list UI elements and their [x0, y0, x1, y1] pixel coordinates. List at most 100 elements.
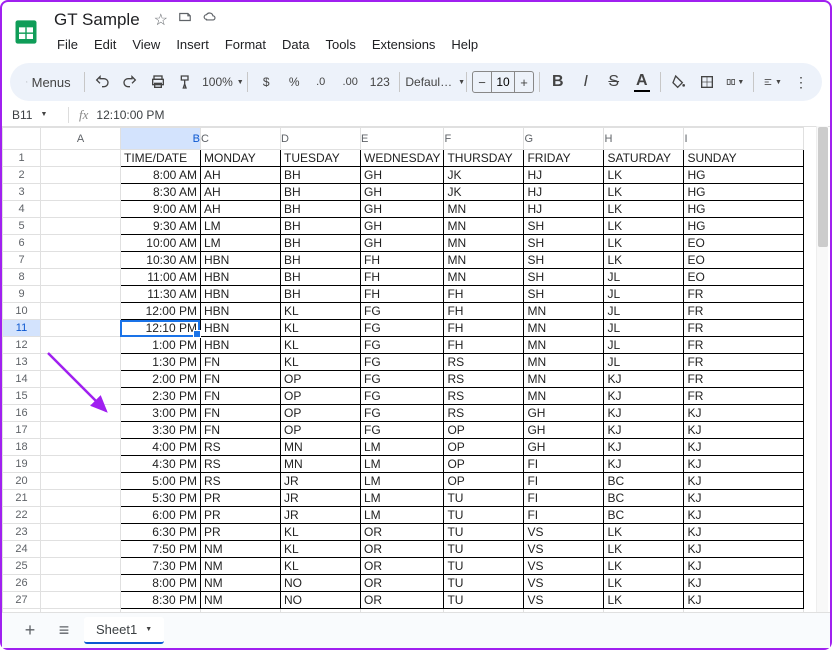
cell[interactable]: MN [524, 388, 604, 405]
cell[interactable]: AH [201, 167, 281, 184]
cell[interactable]: JL [604, 337, 684, 354]
cell[interactable]: 12:00 PM [121, 303, 201, 320]
cell[interactable]: LM [361, 473, 444, 490]
table-row[interactable]: 278:30 PMNMNOORTUVSLKKJ [3, 592, 804, 609]
row-header[interactable]: 3 [3, 184, 41, 201]
menu-insert[interactable]: Insert [169, 34, 216, 55]
cell[interactable]: 7:30 PM [121, 558, 201, 575]
cell[interactable]: VS [524, 524, 604, 541]
cell[interactable]: MN [524, 354, 604, 371]
cell[interactable]: 10:00 AM [121, 235, 201, 252]
formula-value[interactable]: 12:10:00 PM [92, 108, 164, 122]
cell[interactable]: HBN [201, 286, 281, 303]
cell[interactable]: MN [444, 252, 524, 269]
cell[interactable]: LK [604, 524, 684, 541]
cell[interactable]: GH [361, 201, 444, 218]
table-row[interactable]: 59:30 AMLMBHGHMNSHLKHG [3, 218, 804, 235]
paint-format-button[interactable] [173, 69, 199, 95]
cell[interactable]: 9:30 AM [121, 218, 201, 235]
header-cell[interactable]: TUESDAY [281, 150, 361, 167]
col-header-d[interactable]: D [281, 128, 361, 150]
cell[interactable]: MN [524, 303, 604, 320]
row-header[interactable]: 6 [3, 235, 41, 252]
cell[interactable]: HJ [524, 184, 604, 201]
cell[interactable]: RS [201, 439, 281, 456]
cell[interactable]: FG [361, 320, 444, 337]
cell[interactable]: PR [201, 490, 281, 507]
cell[interactable]: KJ [684, 473, 804, 490]
cell[interactable]: 1:00 PM [121, 337, 201, 354]
cell[interactable]: KJ [604, 371, 684, 388]
menu-extensions[interactable]: Extensions [365, 34, 443, 55]
cell[interactable]: 6:30 PM [121, 524, 201, 541]
cell[interactable]: KJ [604, 422, 684, 439]
currency-button[interactable]: $ [253, 69, 279, 95]
cell[interactable]: JL [604, 269, 684, 286]
cell[interactable]: EO [684, 269, 804, 286]
spreadsheet-grid[interactable]: A B C D E F G H I 1TIME/DATEMONDAYTUESDA… [2, 127, 804, 619]
menu-data[interactable]: Data [275, 34, 316, 55]
cell[interactable]: JL [604, 303, 684, 320]
fill-color-button[interactable] [666, 69, 692, 95]
table-row[interactable]: 710:30 AMHBNBHFHMNSHLKEO [3, 252, 804, 269]
cell[interactable]: HG [684, 167, 804, 184]
merge-button[interactable]: ▼ [722, 69, 749, 95]
cell[interactable]: HBN [201, 252, 281, 269]
row-header[interactable]: 27 [3, 592, 41, 609]
table-row[interactable]: 811:00 AMHBNBHFHMNSHJLEO [3, 269, 804, 286]
row-header[interactable]: 20 [3, 473, 41, 490]
header-cell[interactable]: TIME/DATE [121, 150, 201, 167]
row-header[interactable]: 1 [3, 150, 41, 167]
cell[interactable]: OP [281, 405, 361, 422]
cell[interactable]: FI [524, 456, 604, 473]
cell[interactable]: HBN [201, 337, 281, 354]
sheet-tab-1[interactable]: Sheet1▼ [84, 617, 164, 644]
cell[interactable]: MN [444, 218, 524, 235]
row-header[interactable]: 10 [3, 303, 41, 320]
row-header[interactable]: 26 [3, 575, 41, 592]
cell[interactable]: AH [201, 184, 281, 201]
cell[interactable]: LK [604, 252, 684, 269]
name-box[interactable]: B11▼ [2, 108, 62, 122]
cell[interactable]: FH [361, 252, 444, 269]
cell[interactable]: TU [444, 592, 524, 609]
row-header[interactable]: 7 [3, 252, 41, 269]
cell[interactable]: FG [361, 371, 444, 388]
col-header-f[interactable]: F [444, 128, 524, 150]
cell[interactable]: FR [684, 320, 804, 337]
cell[interactable]: KJ [684, 558, 804, 575]
increase-font-button[interactable]: + [515, 75, 533, 90]
cell[interactable]: TU [444, 575, 524, 592]
cell[interactable]: LK [604, 541, 684, 558]
redo-button[interactable] [117, 69, 143, 95]
cell[interactable]: PR [201, 507, 281, 524]
table-row[interactable]: 131:30 PMFNKLFGRSMNJLFR [3, 354, 804, 371]
cell[interactable]: FG [361, 405, 444, 422]
cell[interactable]: GH [524, 422, 604, 439]
cell[interactable]: GH [361, 184, 444, 201]
table-row[interactable]: 236:30 PMPRKLORTUVSLKKJ [3, 524, 804, 541]
col-header-g[interactable]: G [524, 128, 604, 150]
cell[interactable]: FI [524, 473, 604, 490]
cell[interactable]: KL [281, 303, 361, 320]
row-header[interactable]: 9 [3, 286, 41, 303]
cell[interactable]: FI [524, 490, 604, 507]
cell[interactable]: FH [361, 269, 444, 286]
print-button[interactable] [145, 69, 171, 95]
cell[interactable]: 2:00 PM [121, 371, 201, 388]
cell[interactable]: GH [524, 405, 604, 422]
cell[interactable]: KJ [684, 405, 804, 422]
cell[interactable]: LK [604, 184, 684, 201]
cell[interactable]: 3:00 PM [121, 405, 201, 422]
cell[interactable]: 8:30 PM [121, 592, 201, 609]
cell[interactable]: 8:00 AM [121, 167, 201, 184]
menu-view[interactable]: View [125, 34, 167, 55]
cell[interactable]: RS [444, 354, 524, 371]
row-header[interactable]: 15 [3, 388, 41, 405]
cell[interactable]: OP [281, 371, 361, 388]
cell[interactable]: 11:00 AM [121, 269, 201, 286]
table-row[interactable]: 610:00 AMLMBHGHMNSHLKEO [3, 235, 804, 252]
cell[interactable]: FR [684, 388, 804, 405]
cell[interactable]: KJ [684, 592, 804, 609]
row-header[interactable]: 12 [3, 337, 41, 354]
